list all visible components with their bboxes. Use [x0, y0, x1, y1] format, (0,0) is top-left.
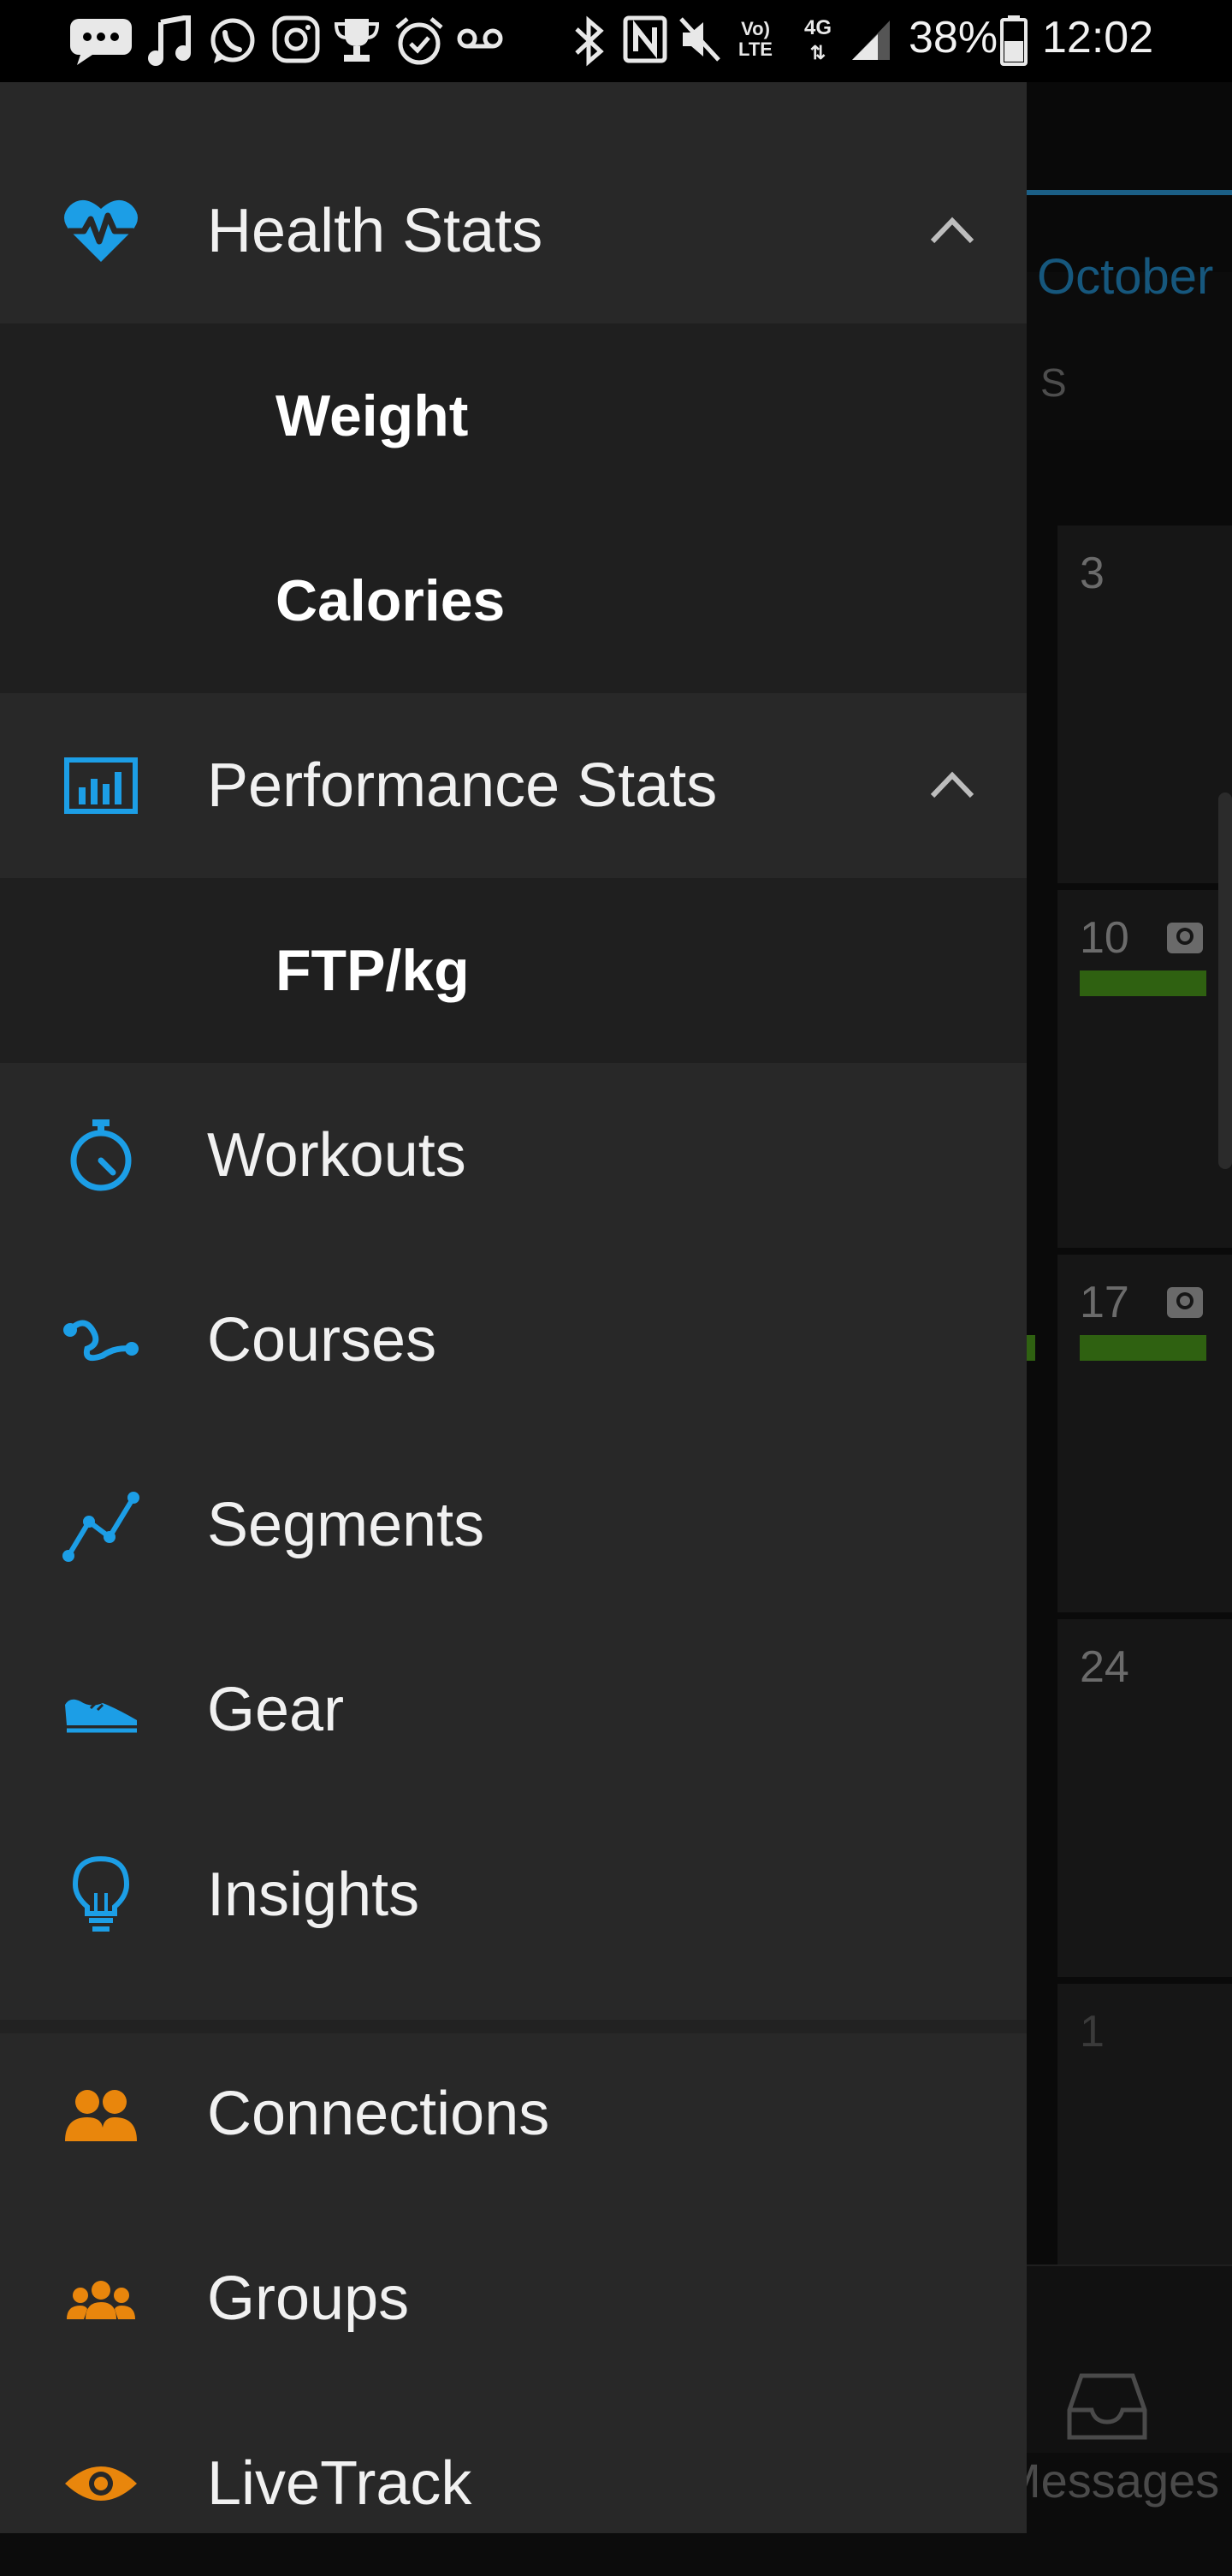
- calendar-day: 3: [1080, 549, 1105, 598]
- drawer-item-label: Health Stats: [207, 197, 543, 265]
- status-bar: Vo) LTE 4G ⇅ 38% 12:02: [0, 0, 1232, 82]
- drawer-item-label: Insights: [207, 1861, 420, 1929]
- drawer-item-health-stats[interactable]: Health Stats: [0, 139, 1027, 323]
- drawer-item-connections[interactable]: Connections: [0, 2021, 1027, 2206]
- lightbulb-icon: [72, 1855, 130, 1932]
- drawer-item-label: LiveTrack: [207, 2449, 472, 2518]
- calendar-day: 24: [1080, 1642, 1129, 1692]
- voicemail-icon: [457, 28, 503, 49]
- bar-chart-icon: [64, 757, 138, 814]
- drawer-subitem-weight[interactable]: Weight: [0, 323, 1027, 508]
- drawer-item-label: Workouts: [207, 1121, 466, 1190]
- stopwatch-icon: [70, 1119, 132, 1191]
- month-label: October: [1037, 249, 1214, 305]
- workout-icon: [1167, 923, 1203, 953]
- instagram-icon: [272, 15, 320, 63]
- drawer-item-groups[interactable]: Groups: [0, 2206, 1027, 2391]
- whatsapp-icon: [210, 18, 255, 63]
- eye-icon: [65, 2466, 137, 2501]
- drawer-item-label: Segments: [207, 1491, 485, 1559]
- drawer-subitem-label: FTP/kg: [275, 938, 470, 1003]
- drawer-item-label: Connections: [207, 2080, 550, 2148]
- drawer-item-livetrack[interactable]: LiveTrack: [0, 2391, 1027, 2576]
- drawer-item-label: Courses: [207, 1306, 437, 1374]
- workout-icon: [1167, 1287, 1203, 1318]
- tab-indicator: [1027, 190, 1232, 195]
- calendar-day: 10: [1080, 913, 1129, 963]
- chevron-up-icon[interactable]: [927, 211, 977, 252]
- message-icon: [70, 19, 132, 65]
- music-icon: [148, 15, 191, 66]
- drawer-item-workouts[interactable]: Workouts: [0, 1063, 1027, 1248]
- drawer-item-label: Gear: [207, 1676, 345, 1744]
- battery-icon: [1000, 15, 1028, 66]
- heart-pulse-icon: [64, 199, 138, 262]
- battery-percent: 38%: [909, 13, 998, 62]
- calendar-day: 17: [1080, 1278, 1129, 1327]
- activity-bar: [1027, 1335, 1035, 1361]
- activity-bar: [1080, 970, 1206, 996]
- inbox-icon: [1067, 2373, 1147, 2440]
- drawer-item-label: Performance Stats: [207, 751, 718, 820]
- volte-icon: Vo) LTE: [738, 18, 773, 60]
- shoe-icon: [65, 1699, 137, 1733]
- drawer-subitem-calories[interactable]: Calories: [0, 508, 1027, 693]
- chevron-up-icon[interactable]: [927, 765, 977, 806]
- drawer-subitem-label: Weight: [275, 383, 469, 448]
- drawer-item-segments[interactable]: Segments: [0, 1433, 1027, 1617]
- alarm-icon: [395, 17, 443, 65]
- connections-icon: [65, 2090, 137, 2141]
- drawer-item-insights[interactable]: Insights: [0, 1802, 1027, 1987]
- clock: 12:02: [1042, 13, 1154, 62]
- bluetooth-icon: [575, 15, 604, 67]
- segments-icon: [62, 1492, 139, 1562]
- drawer-subitem-label: Calories: [275, 568, 506, 633]
- trophy-icon: [334, 19, 380, 62]
- drawer-item-courses[interactable]: Courses: [0, 1248, 1027, 1433]
- drawer-item-label: Groups: [207, 2264, 410, 2333]
- activity-bar: [1080, 1335, 1206, 1361]
- groups-icon: [67, 2281, 135, 2319]
- drawer-subitem-ftp-kg[interactable]: FTP/kg: [0, 878, 1027, 1063]
- nfc-icon: [623, 15, 667, 63]
- scrollbar[interactable]: [1218, 792, 1232, 1169]
- drawer-item-gear[interactable]: Gear: [0, 1617, 1027, 1802]
- 4g-icon: 4G ⇅: [803, 16, 832, 64]
- drawer-item-performance-stats[interactable]: Performance Stats: [0, 693, 1027, 878]
- course-route-icon: [63, 1320, 139, 1362]
- weekday-label: S: [1040, 360, 1067, 405]
- messages-tab[interactable]: Messages: [1001, 2453, 1219, 2508]
- mute-icon: [679, 17, 720, 62]
- navigation-drawer: Health Stats Weight Calories Performance…: [0, 82, 1027, 2533]
- signal-icon: [852, 21, 890, 60]
- calendar-day: 1: [1080, 2007, 1105, 2057]
